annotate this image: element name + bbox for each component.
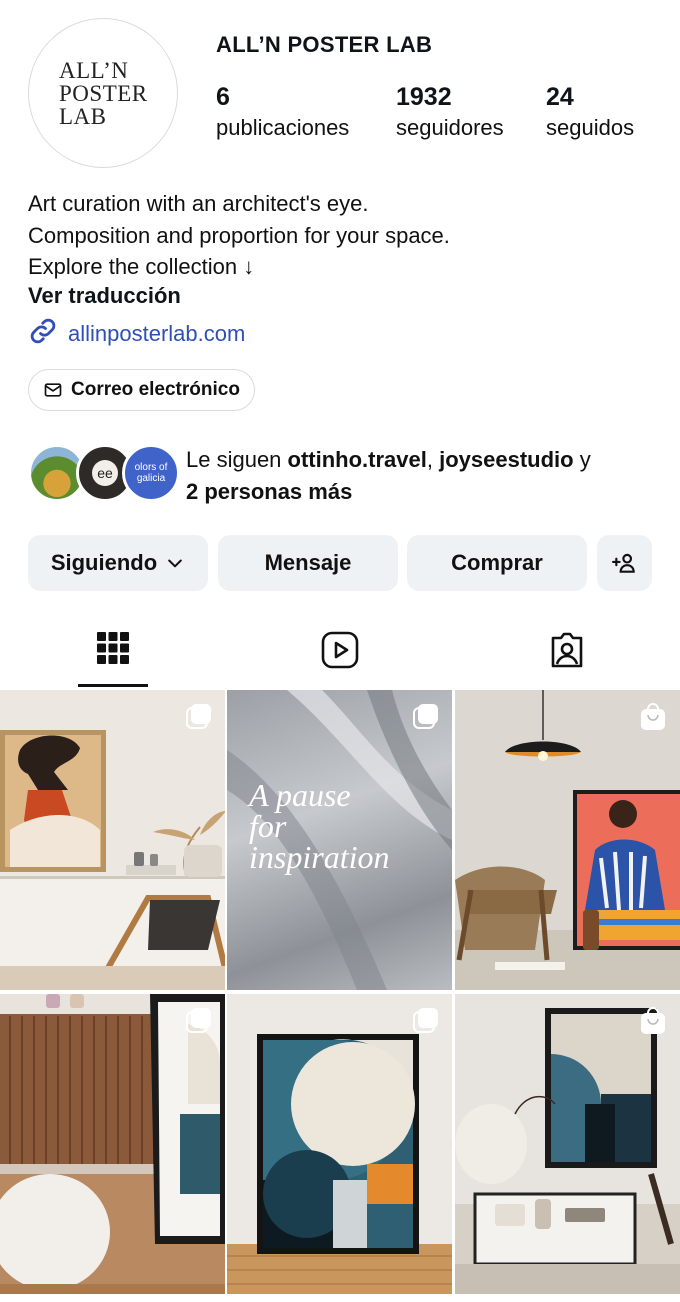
post-grid: A pause for inspiration (0, 690, 680, 1302)
stat-following[interactable]: 24 seguidos (546, 82, 634, 144)
stat-posts[interactable]: 6 publicaciones (216, 82, 349, 144)
post-2-text-3: inspiration (249, 839, 389, 875)
message-button-label: Mensaje (264, 550, 352, 575)
website-link[interactable]: allinposterlab.com (28, 316, 245, 351)
followed-by-text: Le siguen ottinho.travel, joyseestudio y… (186, 444, 666, 508)
following-button[interactable]: Siguiendo (28, 535, 208, 591)
follower-name-1: ottinho.travel (287, 447, 427, 472)
following-button-label: Siguiendo (50, 550, 158, 575)
email-button-label: Correo electrónico (71, 379, 240, 400)
followed-by-prefix: Le siguen (186, 447, 288, 472)
shopping-bag-icon (638, 1006, 668, 1041)
stat-posts-label: publicaciones (216, 115, 350, 140)
tab-tagged[interactable] (454, 622, 680, 688)
stat-followers-label: seguidores (396, 115, 504, 140)
bio: Art curation with an architect's eye. Co… (28, 188, 450, 283)
followed-by-conjunction: y (573, 447, 591, 472)
stat-following-value: 24 (546, 83, 574, 111)
reels-icon (320, 630, 360, 675)
carousel-icon (410, 702, 440, 737)
see-translation-link[interactable]: Ver traducción (28, 283, 181, 309)
followed-by[interactable]: ee olors of galicia Le siguen ottinho.tr… (28, 444, 668, 504)
tab-reels[interactable] (227, 622, 453, 688)
post-tile-2[interactable]: A pause for inspiration (227, 690, 452, 990)
post-tile-5[interactable] (227, 994, 452, 1294)
bio-line-2: Composition and proportion for your spac… (28, 222, 450, 248)
link-icon (28, 316, 58, 351)
follower-name-2: joyseestudio (439, 447, 574, 472)
add-person-icon (611, 550, 638, 576)
email-button[interactable]: Correo electrónico (28, 369, 255, 411)
follower-avatar-3-text: olors of galicia (134, 462, 168, 484)
profile-name: ALL’N POSTER LAB (216, 32, 433, 57)
avatar-line-1: ALL’N (59, 57, 129, 83)
post-tile-4[interactable] (0, 994, 225, 1294)
followed-by-separator: , (426, 447, 440, 472)
carousel-icon (183, 702, 213, 737)
post-tile-1[interactable] (0, 690, 225, 990)
shop-button-label: Comprar (451, 550, 543, 575)
stat-posts-value: 6 (216, 83, 230, 111)
follower-avatar-2-text: ee (92, 460, 118, 486)
avatar-line-2: POSTER (59, 80, 148, 106)
carousel-icon (410, 1006, 440, 1041)
stat-followers[interactable]: 1932 seguidores (396, 82, 504, 144)
profile-tabs (0, 622, 680, 688)
post-tile-6[interactable] (455, 994, 680, 1294)
active-tab-indicator (78, 684, 148, 687)
carousel-icon (183, 1006, 213, 1041)
shop-button[interactable]: Comprar (407, 535, 587, 591)
grid-icon (95, 630, 131, 671)
message-button[interactable]: Mensaje (218, 535, 398, 591)
suggest-people-button[interactable] (597, 535, 652, 591)
follower-avatar-3: olors of galicia (122, 444, 180, 502)
stat-followers-value: 1932 (396, 83, 452, 111)
chevron-down-icon (165, 553, 185, 573)
mail-icon (43, 380, 63, 400)
bio-line-3: Explore the collection ↓ (28, 254, 255, 279)
website-url: allinposterlab.com (68, 320, 246, 346)
post-tile-3[interactable] (455, 690, 680, 990)
followed-by-more: 2 personas más (186, 479, 353, 504)
tagged-icon (547, 630, 587, 675)
tab-grid[interactable] (0, 622, 226, 688)
avatar-line-3: LAB (59, 103, 107, 129)
stat-following-label: seguidos (546, 115, 635, 140)
profile-avatar[interactable]: ALL’N POSTER LAB (28, 18, 178, 168)
bio-line-1: Art curation with an architect's eye. (28, 191, 369, 216)
shopping-bag-icon (638, 702, 668, 737)
